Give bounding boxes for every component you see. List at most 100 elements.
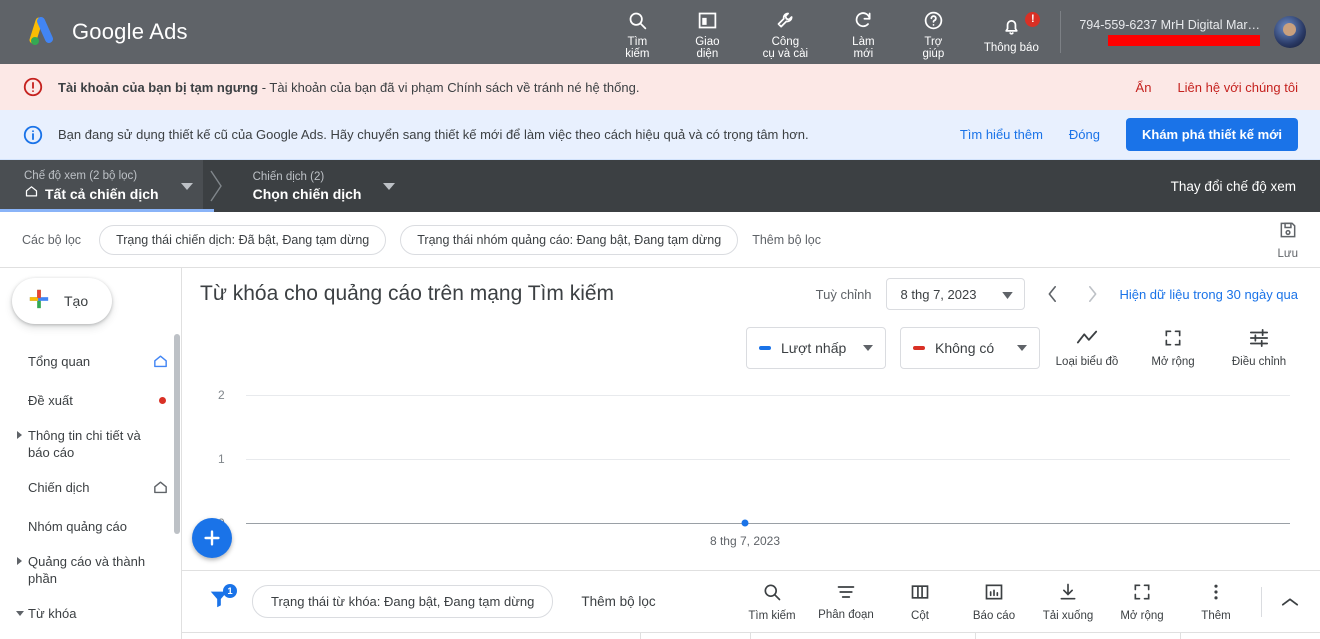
date-range-value: 8 thg 7, 2023 [900, 286, 977, 302]
table-expand-button[interactable]: Mở rộng [1105, 582, 1179, 622]
gridline-1 [246, 459, 1290, 460]
gridline-0 [246, 523, 1290, 524]
save-view-button[interactable]: Lưu [1278, 220, 1298, 260]
breadcrumb-view-selector[interactable]: Chế độ xem (2 bộ lọc) Tất cả chiến dịch [0, 160, 214, 212]
chart-section: Lượt nhấp Không có Loại biểu đồ Mở rộng … [182, 320, 1320, 570]
match-type-column-header[interactable]: Kiểu khớp [640, 633, 750, 639]
previous-date-button[interactable] [1039, 285, 1065, 303]
nav-refresh[interactable]: Làm mới [828, 4, 898, 61]
table-tools: Tìm kiếm Phân đoạn Cột Báo cáo Tải xuống… [735, 582, 1320, 622]
breadcrumb-campaign-sub: Chiến dịch (2) [252, 170, 325, 183]
filter-funnel-button[interactable]: 1 [208, 584, 237, 615]
show-last-30-days-link[interactable]: Hiện dữ liệu trong 30 ngày qua [1119, 287, 1298, 302]
keyword-column-header[interactable]: Từ khóa [268, 633, 640, 639]
collapse-chart-button[interactable] [1270, 596, 1310, 608]
chevron-down-icon[interactable] [383, 182, 396, 190]
metric-secondary-label: Không có [935, 340, 995, 356]
sidebar-nav: Tổng quan Đề xuất Thông tin chi tiết và … [0, 334, 181, 631]
nav-appearance[interactable]: Giao diện [672, 4, 742, 61]
contact-us-link[interactable]: Liên hệ với chúng tôi [1177, 80, 1298, 95]
table-more-button[interactable]: Thêm [1179, 582, 1253, 622]
table-download-button[interactable]: Tải xuống [1031, 582, 1105, 622]
data-point[interactable] [741, 519, 749, 527]
chevron-down-icon[interactable] [180, 182, 193, 190]
sidebar-scrollbar[interactable] [174, 334, 180, 534]
table-columns-label: Cột [911, 609, 929, 622]
sidebar-item-ads-assets[interactable]: Quảng cáo và thành phần [0, 544, 181, 596]
hide-alert-link[interactable]: Ẩn [1136, 80, 1152, 95]
table-add-filter-link[interactable]: Thêm bộ lọc [581, 594, 655, 609]
chart-type-button[interactable]: Loại biểu đồ [1048, 328, 1126, 368]
breadcrumb-campaign-selector[interactable]: Chiến dịch (2) Chọn chiến dịch [229, 160, 406, 212]
avatar[interactable] [1274, 16, 1306, 48]
expand-icon [1132, 582, 1152, 607]
account-id: 794-559-6237 MrH Digital Mar… [1079, 18, 1260, 32]
sidebar-item-label: Tổng quan [28, 354, 91, 369]
table-more-label: Thêm [1201, 609, 1231, 622]
info-icon [22, 124, 44, 146]
sidebar-item-overview[interactable]: Tổng quan [0, 344, 181, 383]
explore-new-design-button[interactable]: Khám phá thiết kế mới [1126, 118, 1298, 151]
nav-help[interactable]: Trợ giúp [898, 4, 968, 61]
keyword-status-filter-chip[interactable]: Trạng thái từ khóa: Đang bật, Đang tạm d… [252, 585, 554, 618]
sidebar-item-insights-reports[interactable]: Thông tin chi tiết và báo cáo [0, 418, 181, 470]
chart-expand-label: Mở rộng [1151, 356, 1195, 368]
table-segment-button[interactable]: Phân đoạn [809, 583, 883, 621]
campaign-column-header[interactable]: Chiến dịch [750, 633, 975, 639]
nav-search[interactable]: Tìm kiếm [602, 4, 672, 61]
table-header-row: Từ khóa Kiểu khớp Chiến dịch Nhóm quảng … [182, 632, 1320, 639]
add-filter-link[interactable]: Thêm bộ lọc [752, 233, 821, 247]
sidebar-item-keywords[interactable]: Từ khóa [0, 596, 181, 631]
account-selector[interactable]: 794-559-6237 MrH Digital Mar… [1060, 11, 1274, 53]
nav-notifications[interactable]: ! Thông báo [968, 10, 1054, 55]
table-report-button[interactable]: Báo cáo [957, 582, 1031, 622]
nav-help-label: Trợ giúp [922, 35, 945, 61]
filter-chip-campaign-status[interactable]: Trạng thái chiến dịch: Đã bật, Đang tạm … [99, 224, 387, 255]
home-icon [24, 184, 39, 203]
chevron-right-icon[interactable] [17, 557, 22, 565]
close-banner-link[interactable]: Đóng [1069, 127, 1100, 142]
metric-selector-primary[interactable]: Lượt nhấp [746, 327, 886, 369]
filter-chip-adgroup-status[interactable]: Trạng thái nhóm quảng cáo: Đang bật, Đan… [400, 224, 739, 255]
chevron-down-icon [863, 345, 873, 351]
chart-expand-button[interactable]: Mở rộng [1134, 328, 1212, 368]
floating-add-button[interactable] [192, 518, 232, 558]
change-view-link[interactable]: Thay đổi chế độ xem [1171, 160, 1320, 212]
account-text: 794-559-6237 MrH Digital Mar… [1079, 18, 1260, 46]
ad-group-column-header[interactable]: Nhóm quảng cáo [975, 633, 1180, 639]
nav-tools[interactable]: Công cụ và cài [742, 4, 828, 61]
table-expand-label: Mở rộng [1120, 609, 1164, 622]
chevron-right-icon[interactable] [17, 431, 22, 439]
notification-badge: ! [1025, 11, 1041, 27]
breadcrumb: Chế độ xem (2 bộ lọc) Tất cả chiến dịch … [0, 160, 1320, 212]
breadcrumb-campaign-text: Chiến dịch (2) Chọn chiến dịch [253, 170, 362, 203]
table-toolbar: 1 Trạng thái từ khóa: Đang bật, Đang tạm… [182, 570, 1320, 632]
redaction-bar [1108, 35, 1260, 46]
suspension-alert-text: Tài khoản của bạn bị tạm ngưng - Tài kho… [58, 80, 639, 95]
chevron-down-icon[interactable] [16, 611, 24, 616]
date-range-select[interactable]: 8 thg 7, 2023 [885, 278, 1026, 310]
metric-selector-secondary[interactable]: Không có [900, 327, 1040, 369]
create-button[interactable]: Tạo [12, 278, 113, 324]
sidebar-item-recommendations[interactable]: Đề xuất [0, 383, 181, 418]
brand[interactable]: Google Ads [0, 17, 188, 47]
sidebar-item-ad-groups[interactable]: Nhóm quảng cáo [0, 509, 181, 544]
breadcrumb-view-sub: Chế độ xem (2 bộ lọc) [24, 170, 138, 182]
learn-more-link[interactable]: Tìm hiểu thêm [960, 127, 1043, 142]
search-icon [627, 8, 648, 34]
table-search-button[interactable]: Tìm kiếm [735, 582, 809, 622]
create-label: Tạo [64, 293, 89, 309]
tune-icon [1248, 328, 1270, 353]
new-design-message: Bạn đang sử dụng thiết kế cũ của Google … [58, 127, 809, 142]
chart-tune-button[interactable]: Điều chỉnh [1220, 328, 1298, 368]
x-axis-tick-label: 8 thg 7, 2023 [709, 534, 781, 548]
next-date-button[interactable] [1079, 285, 1105, 303]
sidebar-item-label: Chiến dịch [28, 480, 90, 495]
table-columns-button[interactable]: Cột [883, 582, 957, 622]
status-text-column-header[interactable]: Trạng thái [1180, 633, 1320, 639]
suspension-alert-actions: Ẩn Liên hệ với chúng tôi [1136, 80, 1298, 95]
main-content: Từ khóa cho quảng cáo trên mạng Tìm kiếm… [182, 268, 1320, 639]
new-design-banner: Bạn đang sử dụng thiết kế cũ của Google … [0, 110, 1320, 160]
sidebar-item-campaigns[interactable]: Chiến dịch [0, 470, 181, 509]
chart-type-label: Loại biểu đồ [1055, 356, 1119, 368]
